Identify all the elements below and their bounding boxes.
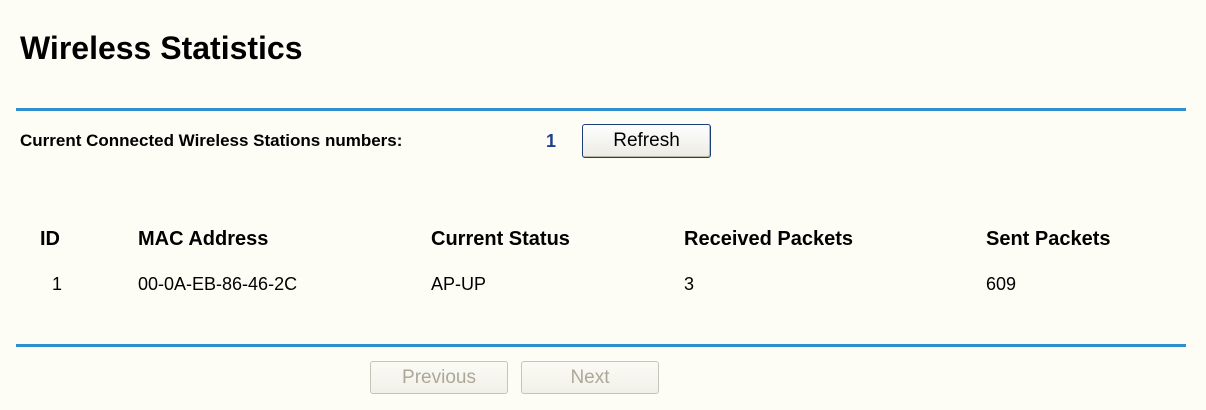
header-current-status: Current Status [431, 228, 570, 250]
refresh-button[interactable]: Refresh [582, 124, 711, 158]
page-title: Wireless Statistics [20, 30, 303, 66]
cell-received-packets: 3 [684, 274, 695, 294]
previous-button[interactable]: Previous [370, 361, 508, 394]
cell-id: 1 [52, 274, 63, 294]
next-button[interactable]: Next [521, 361, 659, 394]
header-id: ID [40, 228, 60, 250]
header-sent-packets: Sent Packets [986, 228, 1111, 250]
wireless-statistics-page: Wireless Statistics Current Connected Wi… [0, 0, 1206, 410]
top-divider [16, 108, 1186, 111]
header-mac-address: MAC Address [138, 228, 269, 250]
bottom-divider [16, 344, 1186, 347]
station-count-value: 1 [546, 131, 557, 151]
station-count-label: Current Connected Wireless Stations numb… [20, 131, 403, 150]
cell-mac-address: 00-0A-EB-86-46-2C [138, 274, 298, 294]
cell-current-status: AP-UP [431, 274, 487, 294]
header-received-packets: Received Packets [684, 228, 854, 250]
cell-sent-packets: 609 [986, 274, 1017, 294]
